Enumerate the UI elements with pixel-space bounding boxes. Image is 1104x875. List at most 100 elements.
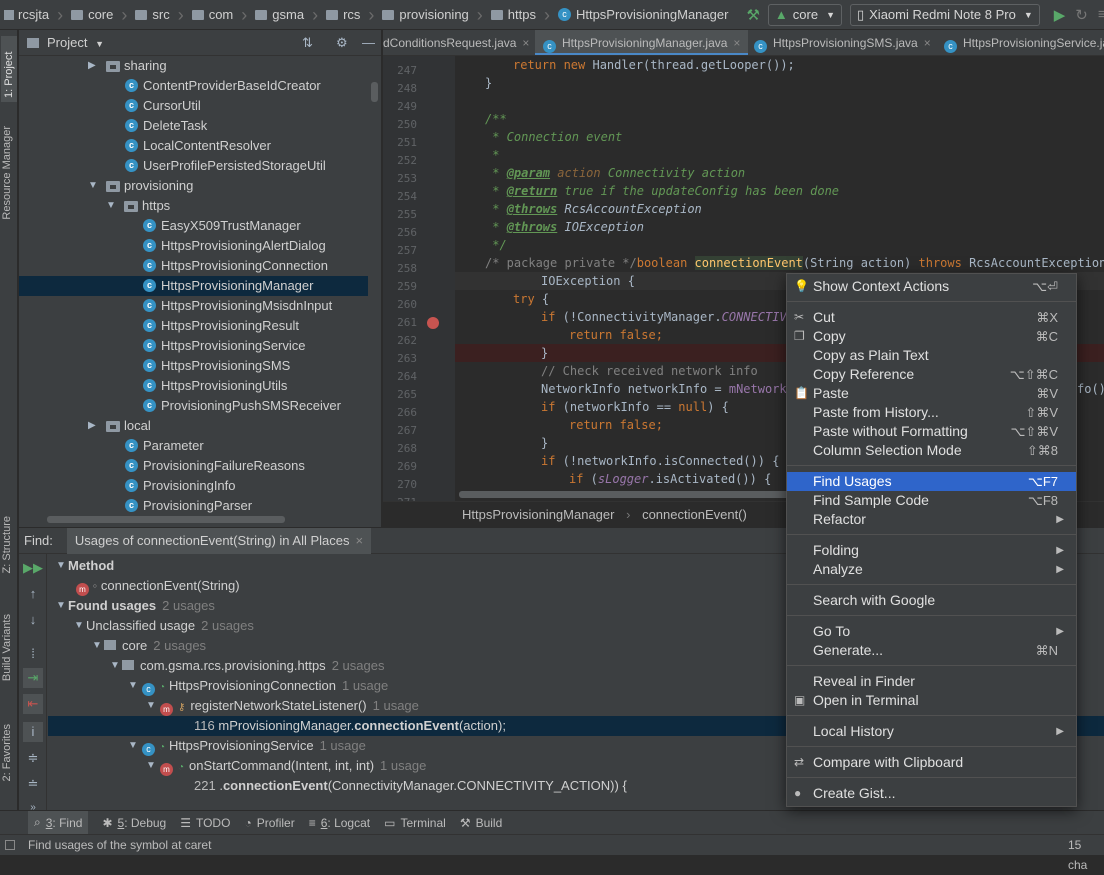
collapse-all-icon[interactable]: ≐: [23, 774, 43, 794]
stop-icon[interactable]: ≡: [1098, 6, 1104, 23]
info-icon[interactable]: i: [23, 722, 43, 742]
tool-tab-terminal[interactable]: ▭ Terminal: [384, 816, 446, 830]
menu-item[interactable]: ✂ Cut ⌘X: [787, 308, 1076, 327]
tab-https-provisioning-manager[interactable]: c HttpsProvisioningManager.java ×: [535, 30, 748, 55]
tree-item[interactable]: c LocalContentResolver: [19, 136, 368, 156]
menu-item[interactable]: Reveal in Finder: [787, 672, 1076, 691]
tree-item[interactable]: c ProvisioningParser: [19, 496, 368, 516]
menu-item[interactable]: Paste without Formatting ⌥⇧⌘V: [787, 422, 1076, 441]
device-selector[interactable]: ▯ Xiaomi Redmi Note 8 Pro ▼: [849, 3, 1040, 26]
gear-icon[interactable]: ⚙: [336, 35, 348, 51]
editor-crumb-method[interactable]: connectionEvent(): [642, 507, 747, 522]
tree-item[interactable]: ▶ sharing: [19, 56, 368, 76]
menu-item[interactable]: Copy as Plain Text: [787, 346, 1076, 365]
import-icon[interactable]: ⇥: [23, 668, 43, 688]
panel-toggle-icon[interactable]: [5, 840, 15, 850]
tool-structure[interactable]: Z: Structure: [1, 516, 13, 573]
close-icon[interactable]: ×: [522, 36, 529, 50]
menu-item[interactable]: Folding ▶: [787, 541, 1076, 560]
tool-build-variants[interactable]: Build Variants: [1, 614, 13, 681]
menu-item[interactable]: ▣ Open in Terminal: [787, 691, 1076, 710]
module-selector[interactable]: ▲ core ▼: [767, 3, 842, 26]
tool-tab-build[interactable]: ⚒ Build: [460, 816, 502, 830]
rerun-icon[interactable]: ▶▶: [23, 558, 43, 578]
close-icon[interactable]: ×: [733, 36, 740, 50]
tree-item[interactable]: ▶ local: [19, 416, 368, 436]
breadcrumb-src[interactable]: src ›: [127, 0, 184, 29]
tree-item[interactable]: c ContentProviderBaseIdCreator: [19, 76, 368, 96]
tree-scrollbar[interactable]: [371, 82, 378, 102]
tree-item[interactable]: c UserProfilePersistedStorageUtil: [19, 156, 368, 176]
menu-item[interactable]: Paste from History... ⇧⌘V: [787, 403, 1076, 422]
tool-favorites[interactable]: 2: Favorites: [1, 724, 13, 781]
menu-item[interactable]: Search with Google: [787, 591, 1076, 610]
tool-tab-todo[interactable]: ☰ TODO: [180, 816, 230, 830]
tree-hscrollbar[interactable]: [47, 516, 285, 523]
rerun-icon[interactable]: ↻: [1075, 6, 1088, 24]
tree-item[interactable]: c HttpsProvisioningSMS: [19, 356, 368, 376]
menu-item[interactable]: ❐ Copy ⌘C: [787, 327, 1076, 346]
tree-item[interactable]: c ProvisioningPushSMSReceiver: [19, 396, 368, 416]
expand-all-icon[interactable]: ≑: [23, 748, 43, 768]
close-icon[interactable]: ×: [356, 533, 364, 548]
tree-item[interactable]: c HttpsProvisioningMsisdnInput: [19, 296, 368, 316]
editor-crumb-class[interactable]: HttpsProvisioningManager: [462, 507, 614, 522]
tree-item[interactable]: c ProvisioningInfo: [19, 476, 368, 496]
collapse-all-icon[interactable]: ⇅: [302, 35, 313, 51]
breadcrumb-provisioning[interactable]: provisioning ›: [374, 0, 483, 29]
menu-item[interactable]: Analyze ▶: [787, 560, 1076, 579]
chevron-right-icon[interactable]: ▶: [88, 56, 96, 76]
breadcrumb-class[interactable]: c HttpsProvisioningManager: [550, 0, 728, 29]
editor-hscrollbar[interactable]: [459, 491, 789, 498]
menu-item[interactable]: Find Sample Code ⌥F8: [787, 491, 1076, 510]
tree-item[interactable]: c HttpsProvisioningManager: [19, 276, 368, 296]
tree-item[interactable]: c HttpsProvisioningResult: [19, 316, 368, 336]
menu-item[interactable]: Local History ▶: [787, 722, 1076, 741]
group-icon[interactable]: ⁞: [23, 644, 43, 664]
tree-item[interactable]: c EasyX509TrustManager: [19, 216, 368, 236]
menu-item[interactable]: Refactor ▶: [787, 510, 1076, 529]
export-icon[interactable]: ⇤: [23, 694, 43, 714]
tab-https-provisioning-sms[interactable]: c HttpsProvisioningSMS.java ×: [748, 30, 938, 55]
tool-tab-find[interactable]: ⌕ 3: Find: [28, 810, 89, 835]
arrow-up-icon[interactable]: ↑: [23, 584, 43, 604]
menu-item[interactable]: Generate... ⌘N: [787, 641, 1076, 660]
hammer-icon[interactable]: ⚒: [746, 6, 759, 24]
arrow-down-icon[interactable]: ↓: [23, 610, 43, 630]
tree-item[interactable]: c HttpsProvisioningAlertDialog: [19, 236, 368, 256]
tab-find-usages[interactable]: Usages of connectionEvent(String) in All…: [66, 527, 372, 554]
status-position[interactable]: 15 cha: [1068, 835, 1104, 875]
menu-item[interactable]: 📋 Paste ⌘V: [787, 384, 1076, 403]
tool-project[interactable]: 1: Project: [1, 36, 17, 102]
tree-item[interactable]: c DeleteTask: [19, 116, 368, 136]
menu-item[interactable]: ● Create Gist...: [787, 784, 1076, 803]
tool-tab-logcat[interactable]: ≡ 6: Logcat: [309, 816, 370, 830]
tool-tab-debug[interactable]: ✱ 5: Debug: [102, 816, 166, 830]
chevron-down-icon[interactable]: ▼: [88, 176, 98, 196]
menu-item[interactable]: Column Selection Mode ⇧⌘8: [787, 441, 1076, 460]
tab-https-provisioning-service[interactable]: c HttpsProvisioningService.java: [938, 30, 1104, 55]
hide-icon[interactable]: —: [362, 35, 375, 50]
tree-item[interactable]: c HttpsProvisioningConnection: [19, 256, 368, 276]
tool-resource-manager[interactable]: Resource Manager: [1, 126, 13, 220]
close-icon[interactable]: ×: [924, 36, 931, 50]
project-view-selector[interactable]: Project ▼: [47, 35, 104, 50]
chevron-down-icon[interactable]: ▼: [106, 196, 116, 216]
breadcrumb-com[interactable]: com ›: [184, 0, 247, 29]
breadcrumb-rcs[interactable]: rcs ›: [318, 0, 374, 29]
breadcrumb-https[interactable]: https ›: [483, 0, 550, 29]
tree-item[interactable]: ▼ https: [19, 196, 368, 216]
menu-item[interactable]: Go To ▶: [787, 622, 1076, 641]
run-icon[interactable]: ▶: [1054, 6, 1066, 24]
menu-item[interactable]: ⇄ Compare with Clipboard: [787, 753, 1076, 772]
breadcrumb-gsma[interactable]: gsma ›: [247, 0, 318, 29]
tab-conditions-request[interactable]: dConditionsRequest.java ×: [383, 30, 535, 55]
menu-item[interactable]: Find Usages ⌥F7: [787, 472, 1076, 491]
menu-item[interactable]: Copy Reference ⌥⇧⌘C: [787, 365, 1076, 384]
tree-item[interactable]: c Parameter: [19, 436, 368, 456]
menu-item[interactable]: 💡 Show Context Actions ⌥⏎: [787, 277, 1076, 296]
tree-item[interactable]: c CursorUtil: [19, 96, 368, 116]
tool-tab-profiler[interactable]: ◔ Profiler: [244, 816, 294, 830]
tree-item[interactable]: c ProvisioningFailureReasons: [19, 456, 368, 476]
breadcrumb-project[interactable]: rcsjta ›: [4, 0, 63, 29]
